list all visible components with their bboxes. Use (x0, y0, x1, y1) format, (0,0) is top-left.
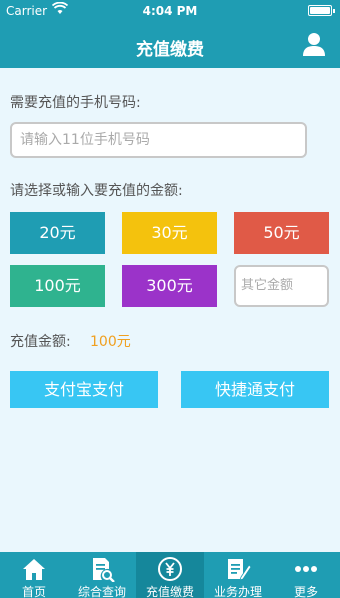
clock-label: 4:04 PM (142, 4, 198, 18)
total-amount-value: 100元 (90, 334, 131, 350)
other-amount-input[interactable]: 其它金额 (234, 265, 329, 307)
tab-more[interactable]: 更多 (272, 552, 340, 598)
tab-label: 综合查询 (77, 585, 126, 598)
tab-label: 业务办理 (213, 585, 262, 598)
amount-50-button[interactable]: 50元 (234, 212, 329, 254)
tab-home[interactable]: 首页 (0, 552, 68, 598)
tab-label: 首页 (21, 585, 46, 598)
edit-form-icon (228, 559, 251, 581)
total-label: 充值金额: (10, 334, 71, 350)
amount-label: 请选择或输入要充值的金额: (10, 183, 183, 199)
user-icon[interactable] (300, 30, 328, 58)
alipay-button[interactable]: 支付宝支付 (10, 371, 158, 408)
tab-bar: 首页 综合查询 充值缴费 业务办理 更多 (0, 552, 340, 598)
page-title: 充值缴费 (136, 40, 204, 60)
tab-recharge[interactable]: 充值缴费 (136, 552, 204, 598)
status-bar: Carrier 4:04 PM (0, 0, 340, 22)
phone-input[interactable]: 请输入11位手机号码 (10, 122, 307, 158)
nav-bar: 充值缴费 (0, 22, 340, 68)
amount-30-button[interactable]: 30元 (122, 212, 217, 254)
tab-query[interactable]: 综合查询 (68, 552, 136, 598)
amount-300-button[interactable]: 300元 (122, 265, 217, 307)
yuan-coin-icon (158, 557, 182, 581)
recharge-form: 需要充值的手机号码: 请输入11位手机号码 请选择或输入要充值的金额: 20元 … (0, 68, 340, 552)
tab-label: 充值缴费 (145, 585, 194, 598)
tab-label: 更多 (293, 585, 318, 598)
document-search-icon (93, 558, 115, 582)
battery-icon (308, 5, 335, 16)
tab-business[interactable]: 业务办理 (204, 552, 272, 598)
phone-label: 需要充值的手机号码: (10, 95, 141, 111)
more-dots-icon (295, 566, 317, 572)
amount-20-button[interactable]: 20元 (10, 212, 105, 254)
home-icon (23, 559, 45, 580)
quickpay-button[interactable]: 快捷通支付 (181, 371, 329, 408)
amount-100-button[interactable]: 100元 (10, 265, 105, 307)
